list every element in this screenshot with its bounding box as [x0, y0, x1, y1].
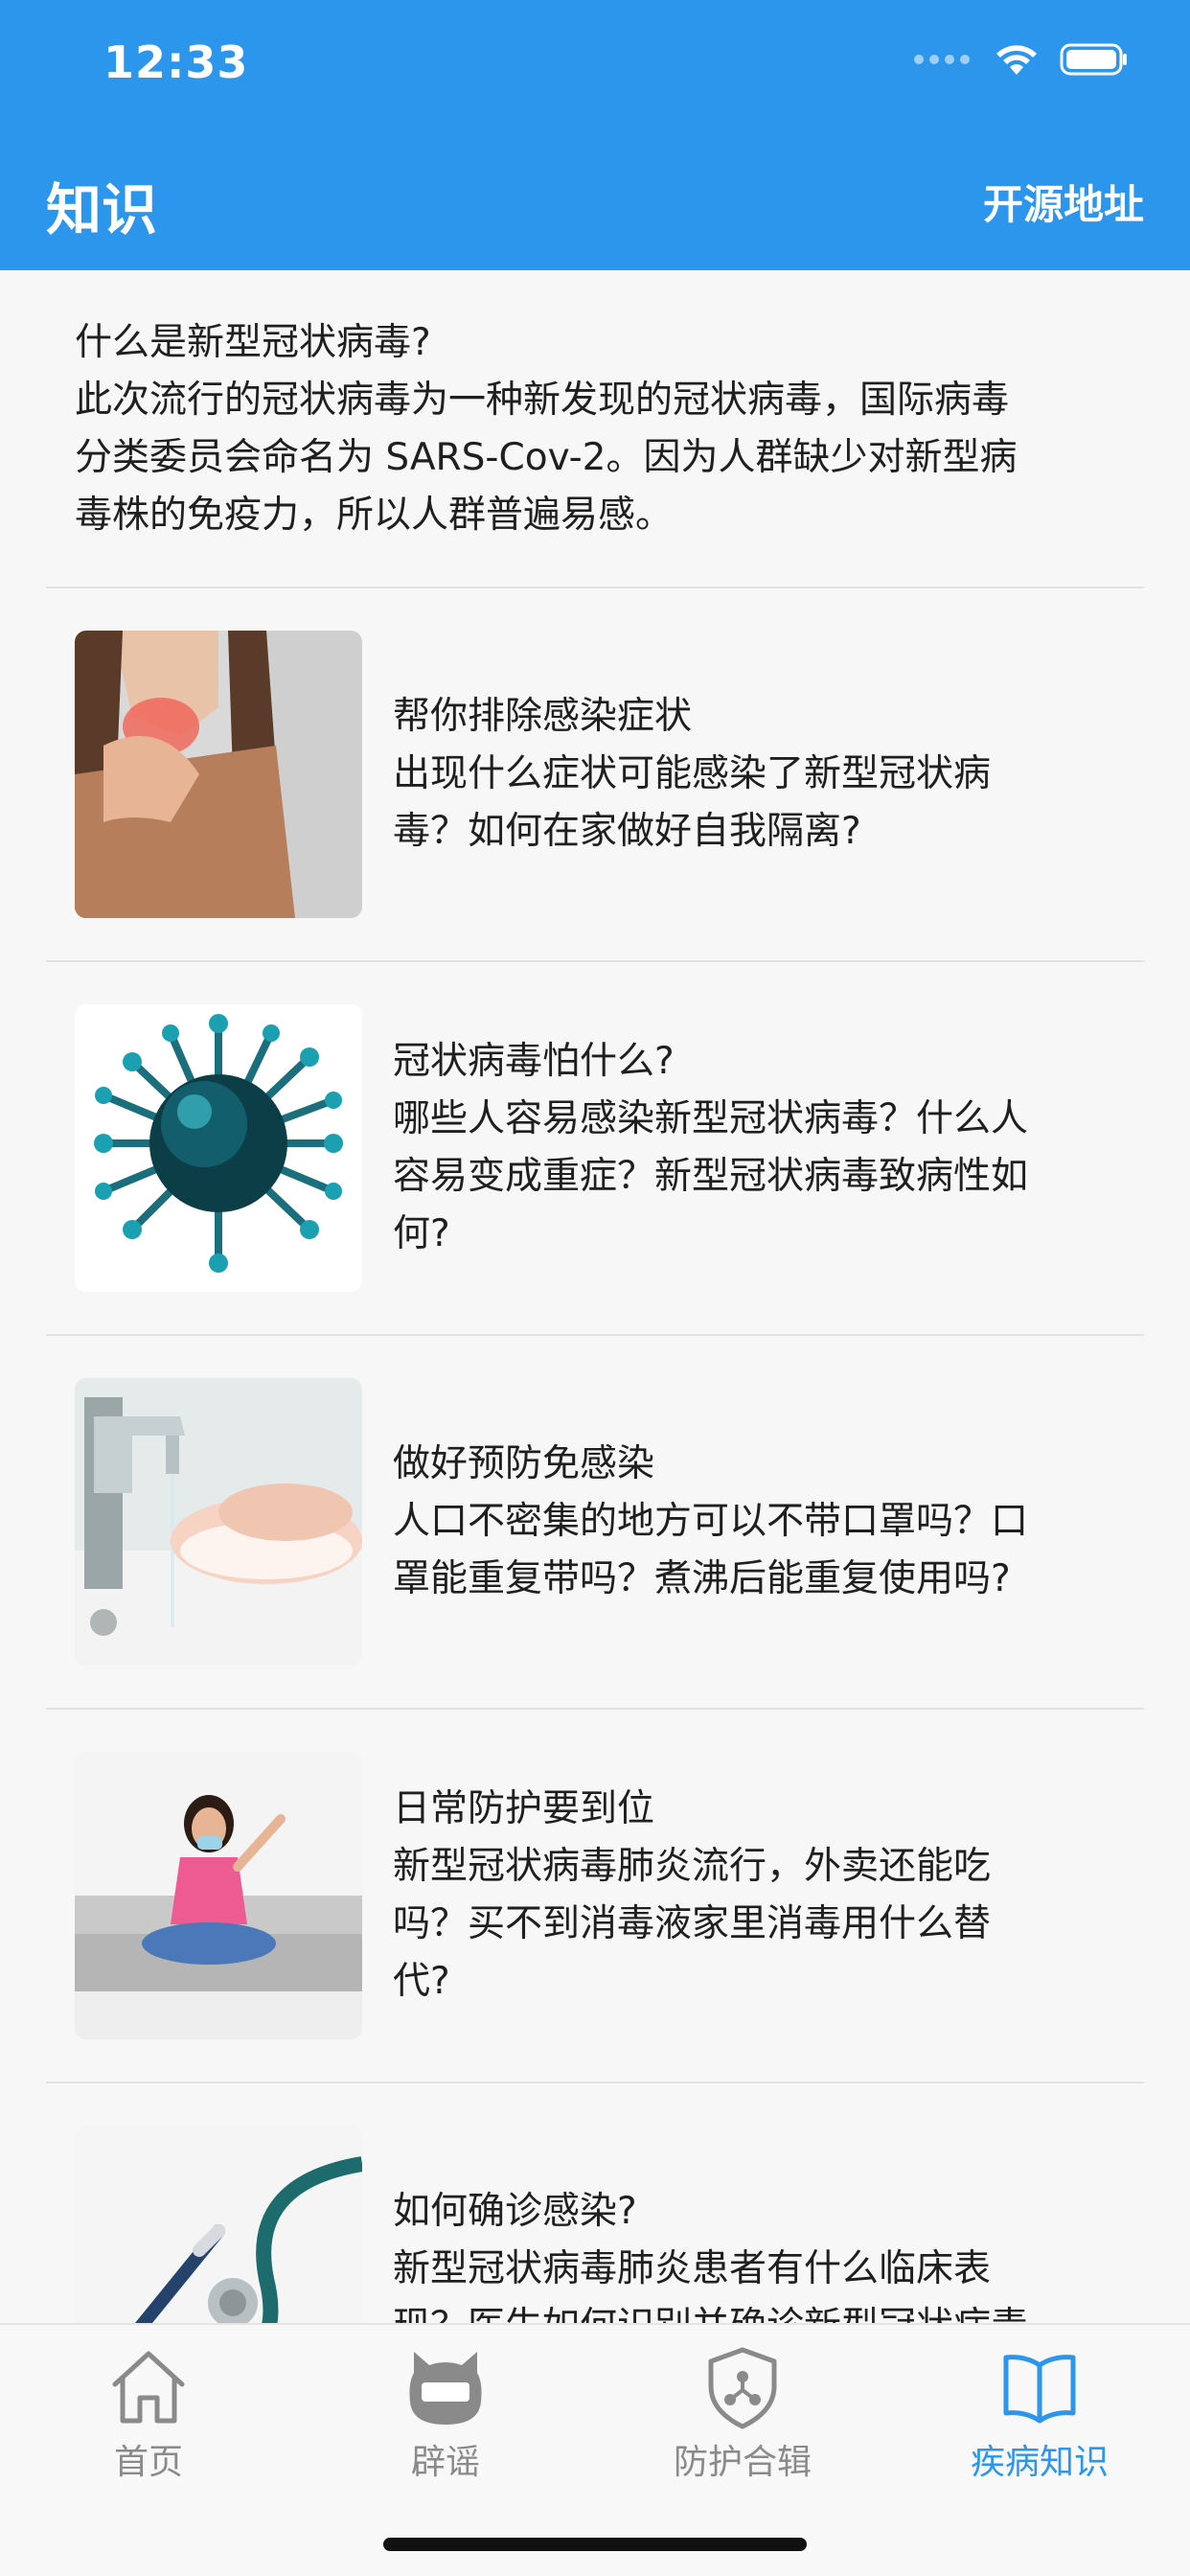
item-desc-line: 吗？买不到消毒液家里消毒用什么替 — [393, 1902, 992, 1945]
list-item[interactable]: 如何确诊感染? 新型冠状病毒肺炎患者有什么临床表 现？医生如何识别并确诊新型冠状… — [46, 2083, 1144, 2323]
stethoscope-image — [75, 2126, 362, 2323]
battery-icon — [1060, 43, 1127, 76]
content-list[interactable]: 什么是新型冠状病毒? 此次流行的冠状病毒为一种新发现的冠状病毒，国际病毒 分类委… — [0, 270, 1190, 2323]
intro-text-line: 此次流行的冠状病毒为一种新发现的冠状病毒，国际病毒 — [75, 379, 1010, 422]
item-desc-line: 新型冠状病毒肺炎流行，外卖还能吃 — [393, 1845, 992, 1888]
item-desc-line: 哪些人容易感染新型冠状病毒？什么人 — [393, 1097, 1029, 1140]
item-desc-line: 毒？如何在家做好自我隔离? — [393, 810, 861, 853]
sore-throat-image — [75, 631, 362, 918]
book-icon — [1003, 2355, 1076, 2424]
list-item[interactable]: 日常防护要到位 新型冠状病毒肺炎流行，外卖还能吃 吗？买不到消毒液家里消毒用什么… — [46, 1710, 1144, 2083]
item-desc-line: 出现什么症状可能感染了新型冠状病 — [393, 752, 992, 795]
item-desc-line: 容易变成重症？新型冠状病毒致病性如 — [393, 1155, 1029, 1198]
tab-label: 疾病知识 — [970, 2443, 1109, 2482]
signal-icon — [914, 55, 970, 64]
tab-label: 防护合辑 — [673, 2443, 812, 2482]
knowledge-screen: 12:33 知识 开源地址 什么是新型冠状病毒? 此次流行的冠状病毒为一种新发现… — [0, 0, 1190, 2576]
header-bar: 12:33 知识 开源地址 — [0, 0, 1190, 270]
item-desc-line: 现？医生如何识别并确诊新型冠状病毒 — [393, 2298, 1028, 2323]
tab-label: 辟谣 — [410, 2443, 480, 2482]
item-title: 如何确诊感染? — [393, 2190, 637, 2233]
item-desc-line: 罩能重复带吗？煮沸后能重复使用吗? — [393, 1557, 1011, 1600]
tab-bar: 首页 辟谣 防护合辑 疾病知识 — [0, 2323, 1190, 2576]
item-title: 做好预防免感染 — [393, 1442, 655, 1485]
intro-text-line: 分类委员会命名为 SARS-Cov-2。因为人群缺少对新型病 — [75, 436, 1018, 479]
list-item[interactable]: 帮你排除感染症状 出现什么症状可能感染了新型冠状病 毒？如何在家做好自我隔离? — [46, 588, 1144, 962]
intro-text-line: 毒株的免疫力，所以人群普遍易感。 — [75, 494, 674, 537]
item-desc-line: 代? — [393, 1960, 450, 2003]
status-indicators — [914, 42, 1129, 77]
intro-question: 什么是新型冠状病毒? — [75, 321, 431, 364]
item-title: 冠状病毒怕什么? — [393, 1040, 675, 1083]
tab-protection[interactable]: 防护合辑 — [594, 2344, 891, 2497]
tab-rumors[interactable]: 辟谣 — [297, 2344, 594, 2497]
shield-icon — [708, 2347, 777, 2429]
item-title: 日常防护要到位 — [393, 1787, 655, 1830]
item-desc-line: 新型冠状病毒肺炎患者有什么临床表 — [393, 2247, 992, 2290]
wifi-icon — [996, 45, 1037, 75]
item-desc-line: 人口不密集的地方可以不带口罩吗？口 — [393, 1500, 1029, 1543]
mascot-icon — [409, 2352, 482, 2425]
hand-washing-image — [75, 1378, 362, 1666]
open-source-link[interactable]: 开源地址 — [983, 172, 1144, 231]
masked-woman-image — [75, 1752, 362, 2039]
page-title: 知识 — [46, 177, 158, 242]
list-item[interactable]: 做好预防免感染 人口不密集的地方可以不带口罩吗？口 罩能重复带吗？煮沸后能重复使… — [46, 1336, 1144, 1710]
list-item[interactable]: 冠状病毒怕什么? 哪些人容易感染新型冠状病毒？什么人 容易变成重症？新型冠状病毒… — [46, 962, 1144, 1336]
home-icon — [112, 2351, 185, 2424]
tab-label: 首页 — [113, 2443, 183, 2482]
virus-image — [75, 1004, 362, 1292]
status-time: 12:33 — [103, 36, 249, 88]
item-desc-line: 何? — [393, 1212, 450, 1255]
tab-home[interactable]: 首页 — [0, 2344, 297, 2497]
intro-card[interactable]: 什么是新型冠状病毒? 此次流行的冠状病毒为一种新发现的冠状病毒，国际病毒 分类委… — [46, 270, 1144, 588]
tab-disease-knowledge[interactable]: 疾病知识 — [891, 2344, 1188, 2497]
home-indicator[interactable] — [383, 2538, 807, 2551]
item-title: 帮你排除感染症状 — [393, 695, 693, 738]
